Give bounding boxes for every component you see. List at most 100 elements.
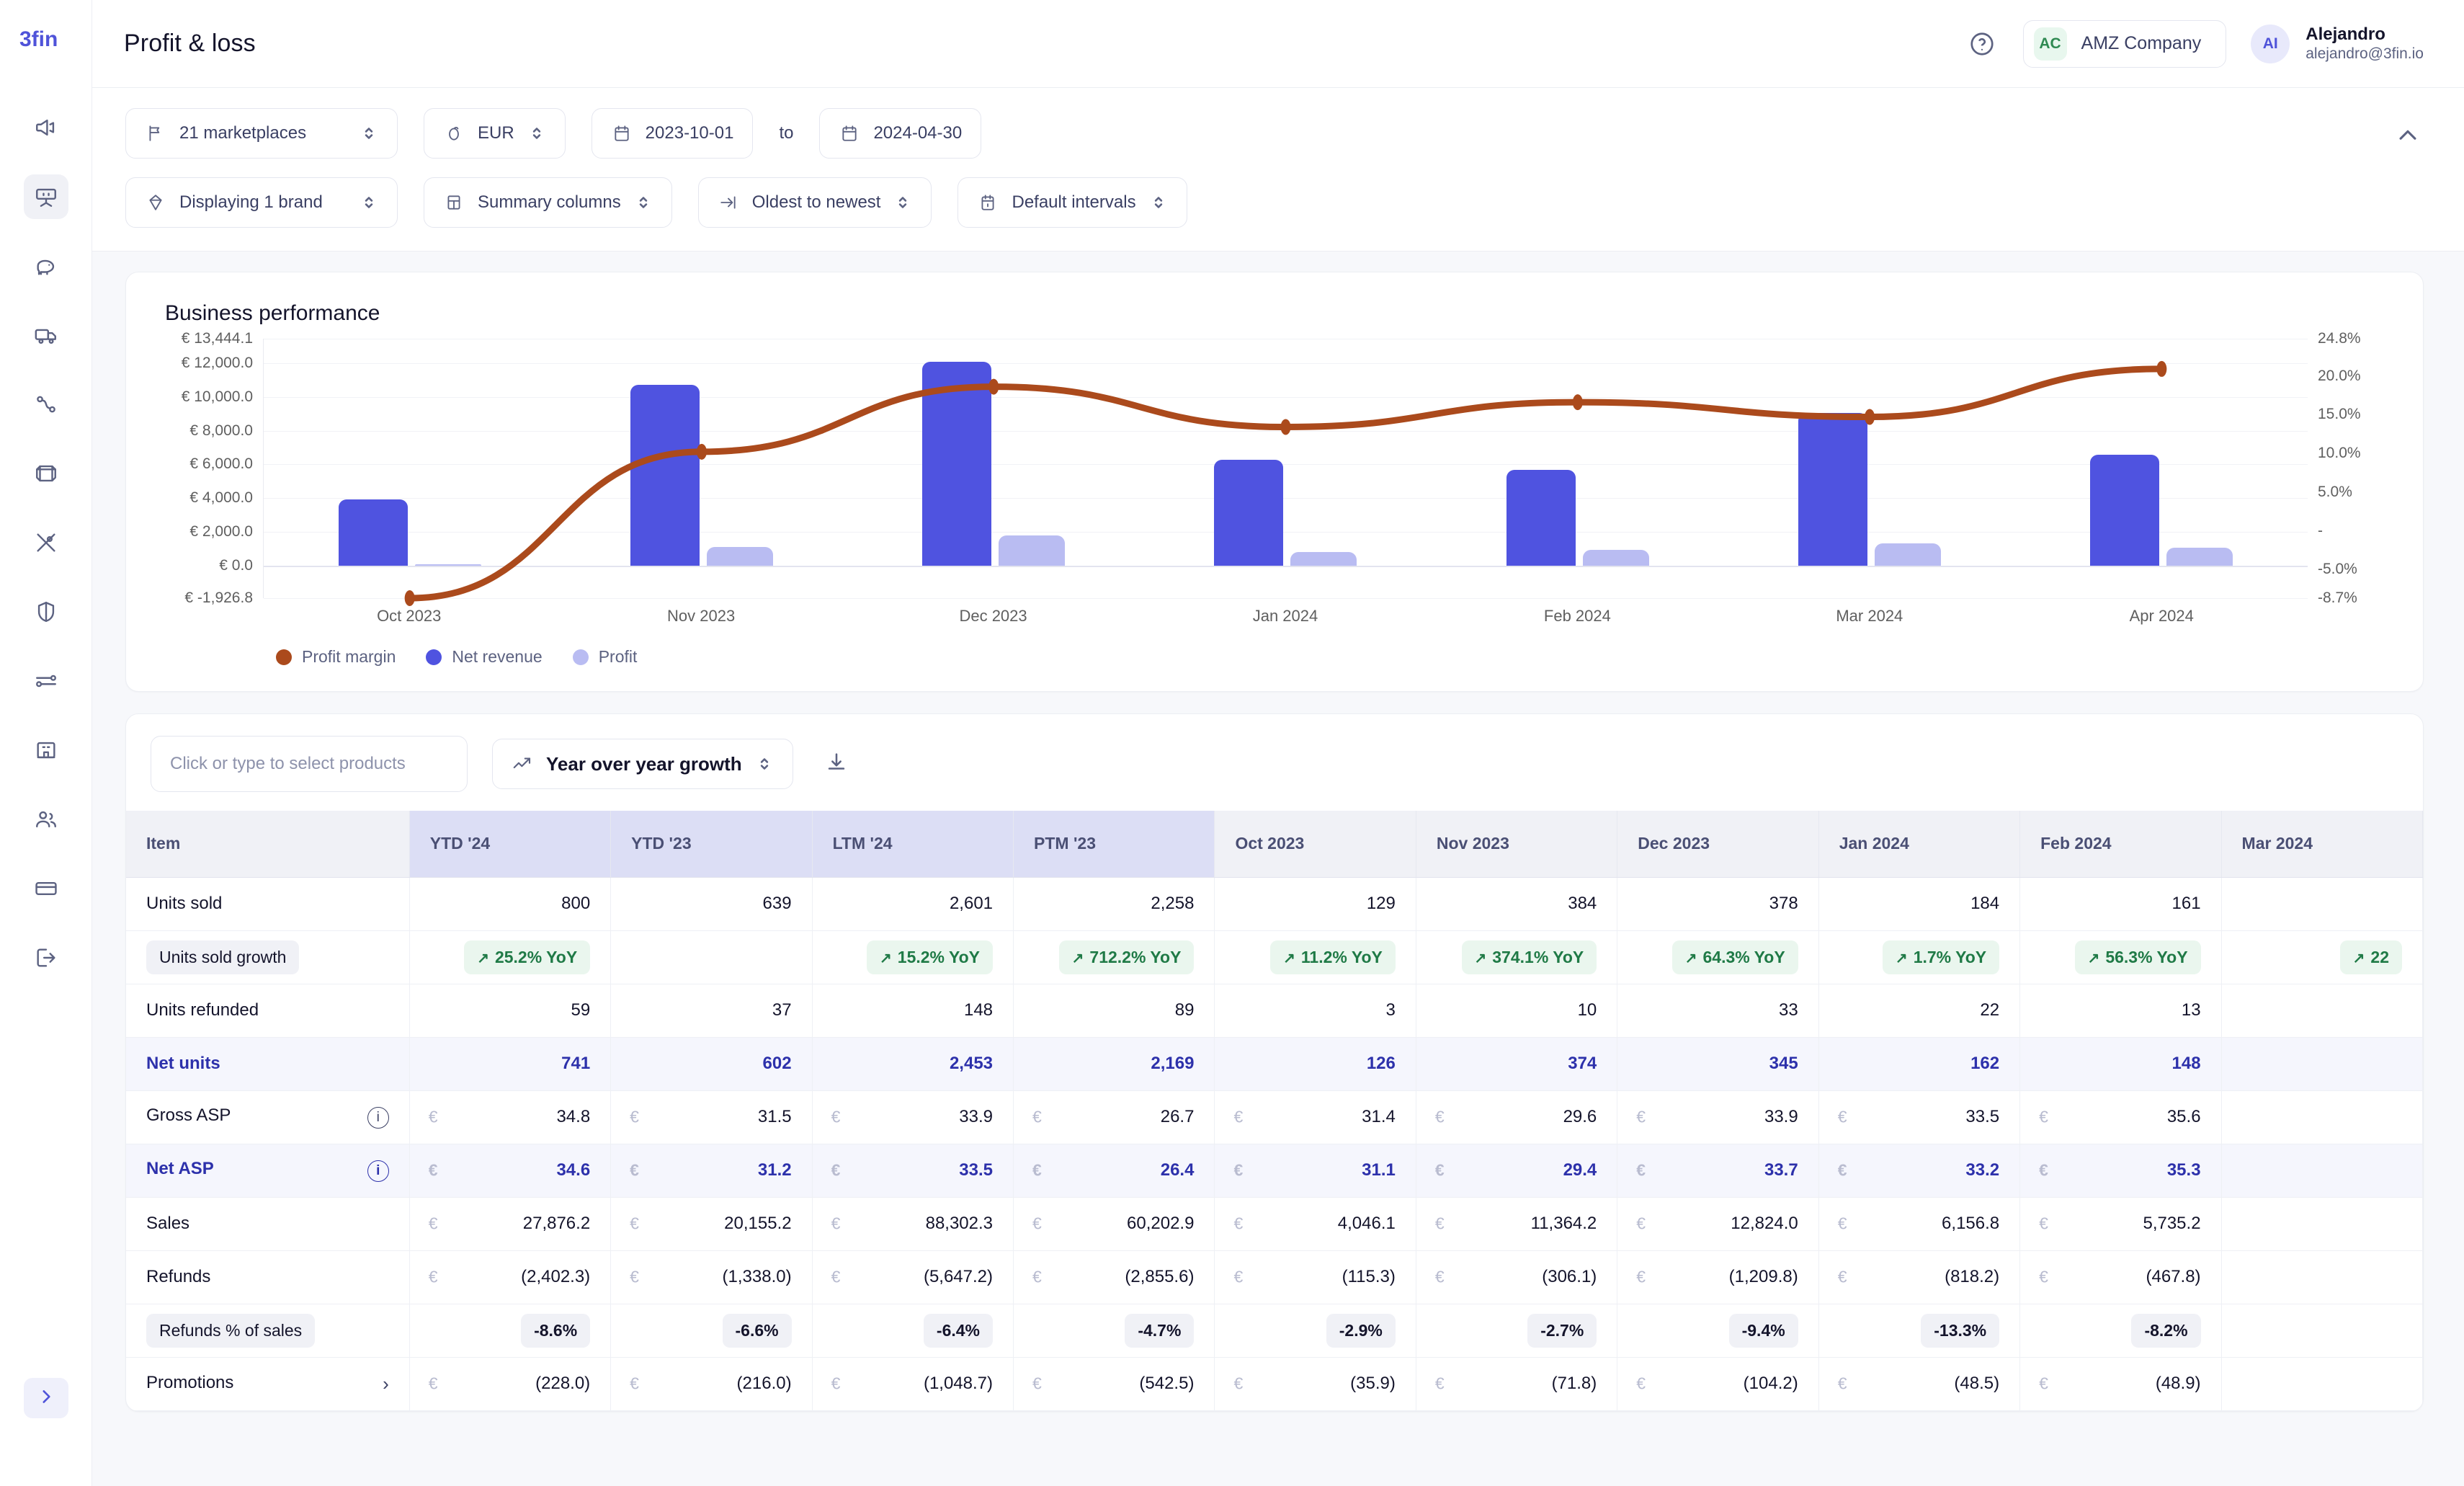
svg-text:3fin: 3fin — [19, 27, 58, 51]
profit-margin-point[interactable] — [988, 378, 999, 395]
table-column-header[interactable]: Item — [126, 811, 410, 878]
table-cell: €88,302.3 — [812, 1197, 1014, 1251]
chevron-updown-icon — [1149, 190, 1168, 215]
table-cell: -9.4% — [1617, 1304, 1819, 1358]
table-row: Units sold 800 639 2,601 2,258 129 384 378 184 16… — [126, 877, 2423, 931]
table-column-header[interactable]: Mar 2024 — [2221, 811, 2423, 878]
table-column-header[interactable]: PTM '23 — [1013, 811, 1215, 878]
sidebar-item-team[interactable] — [24, 797, 68, 842]
y-axis-left-tick: € 8,000.0 — [189, 422, 253, 439]
table-column-header[interactable]: Nov 2023 — [1416, 811, 1618, 878]
table-column-header[interactable]: Jan 2024 — [1818, 811, 2021, 878]
percent-badge: -8.6% — [521, 1313, 591, 1348]
sidebar-item-logistics[interactable] — [24, 382, 68, 427]
table-column-header[interactable]: Feb 2024 — [2019, 811, 2222, 878]
logout-icon — [34, 946, 58, 970]
currency-symbol: € — [2039, 1214, 2048, 1233]
chevron-updown-icon — [360, 190, 378, 215]
user-name: Alejandro — [2305, 25, 2385, 45]
sidebar-item-finance[interactable] — [24, 244, 68, 288]
table-cell: ↗ 64.3% YoY — [1617, 930, 1819, 984]
download-button[interactable] — [818, 745, 855, 783]
sidebar-item-profit-and-loss[interactable] — [23, 174, 68, 219]
table-column-header[interactable]: Dec 2023 — [1617, 811, 1819, 878]
help-icon[interactable] — [1965, 27, 1999, 61]
table-cell: 2,601 — [812, 877, 1014, 931]
currency-symbol: € — [2039, 1160, 2048, 1180]
sidebar-item-settings[interactable] — [24, 659, 68, 703]
date-from-picker[interactable]: 2023-10-01 — [591, 108, 754, 159]
table-cell: -2.9% — [1214, 1304, 1416, 1358]
currency-symbol: € — [1636, 1107, 1646, 1126]
table-cell: €34.8 — [409, 1090, 612, 1144]
currency-symbol: € — [1837, 1107, 1847, 1126]
profit-margin-point[interactable] — [1572, 394, 1583, 411]
collapse-filters-button[interactable] — [2392, 121, 2424, 153]
metric-select[interactable]: Year over year growth — [492, 739, 793, 789]
app-logo[interactable]: 3fin — [19, 20, 73, 58]
profit-margin-point[interactable] — [2156, 360, 2167, 377]
currency-symbol: € — [1233, 1214, 1244, 1233]
summary-columns-select[interactable]: Summary columns — [424, 177, 672, 228]
sidebar-item-billing[interactable] — [24, 866, 68, 911]
currency-symbol: € — [831, 1267, 841, 1286]
profit-margin-point[interactable] — [1280, 419, 1291, 435]
profit-margin-point[interactable] — [1865, 409, 1875, 425]
table-cell: ↗ 11.2% YoY — [1214, 930, 1416, 984]
user-email: alejandro@3fin.io — [2305, 45, 2424, 62]
sidebar-item-protection[interactable] — [24, 589, 68, 634]
table-column-header[interactable]: Oct 2023 — [1214, 811, 1416, 878]
sidebar-item-tools[interactable] — [24, 520, 68, 565]
route-icon — [34, 392, 58, 417]
chevron-updown-icon — [893, 190, 912, 215]
profit-margin-point[interactable] — [404, 590, 415, 606]
sidebar-item-shipping[interactable] — [24, 313, 68, 357]
dashboard-icon — [34, 184, 58, 209]
percent-badge: -4.7% — [1125, 1313, 1195, 1348]
table-column-header[interactable]: LTM '24 — [812, 811, 1014, 878]
table-cell — [2221, 1304, 2423, 1358]
info-icon[interactable]: i — [367, 1160, 389, 1182]
table-cell: €33.2 — [1818, 1144, 2021, 1198]
table-cell: ↗ 712.2% YoY — [1013, 930, 1215, 984]
legend-item[interactable]: Profit margin — [276, 647, 396, 667]
product-select-input[interactable]: Click or type to select products — [151, 736, 468, 792]
chart-area: € 13,444.1 € 12,000.0 € 10,000.0 € 8,000.0 €… — [155, 330, 2394, 606]
sidebar-expand-button[interactable] — [24, 1378, 68, 1418]
info-icon[interactable]: i — [367, 1107, 389, 1129]
y-axis-left-tick: € 4,000.0 — [189, 489, 253, 507]
sidebar-item-inventory[interactable] — [24, 451, 68, 496]
currency-symbol: € — [428, 1160, 438, 1180]
table-row: Net units 741 602 2,453 2,169 126 374 345 162 148 — [126, 1037, 2423, 1091]
legend-item[interactable]: Profit — [572, 647, 637, 667]
table-column-header[interactable]: YTD '24 — [409, 811, 612, 878]
table-row-label: Net ASP i — [126, 1144, 410, 1198]
legend-label: Net revenue — [452, 647, 543, 666]
sort-order-select[interactable]: Oldest to newest — [697, 177, 932, 228]
legend-item[interactable]: Net revenue — [426, 647, 543, 667]
sidebar-item-logout[interactable] — [24, 935, 68, 980]
company-switcher[interactable]: AC AMZ Company — [2022, 19, 2227, 68]
currency-select[interactable]: EUR — [424, 108, 566, 159]
y-axis-right-tick: 24.8% — [2318, 330, 2361, 347]
table-row-label: Units sold growth — [126, 930, 410, 984]
sidebar-item-advertising[interactable] — [24, 105, 68, 150]
profit-margin-point[interactable] — [696, 443, 707, 460]
legend-dot-icon — [276, 649, 292, 665]
x-axis-tick: Mar 2024 — [1836, 607, 1903, 625]
brand-select[interactable]: Displaying 1 brand — [125, 177, 398, 228]
table-column-header[interactable]: YTD '23 — [610, 811, 813, 878]
topbar-right: AC AMZ Company AI Alejandro alejandro@3f… — [1965, 19, 2424, 68]
table-cell: 184 — [1818, 877, 2021, 931]
table-row: Units refunded 59 37 148 89 3 10 33 22 13 — [126, 984, 2423, 1038]
marketplaces-select[interactable]: 21 marketplaces — [125, 108, 398, 159]
sidebar-item-accounts[interactable] — [24, 728, 68, 773]
user-menu[interactable]: AI Alejandro alejandro@3fin.io — [2251, 24, 2424, 63]
date-to-picker[interactable]: 2024-04-30 — [819, 108, 982, 159]
currency-label: EUR — [478, 123, 514, 143]
intervals-select[interactable]: Default intervals — [958, 177, 1187, 228]
table-cell: 3 — [1214, 984, 1416, 1038]
table-cell: ↗ 1.7% YoY — [1818, 930, 2021, 984]
currency-symbol: € — [1837, 1267, 1847, 1286]
chevron-right-icon[interactable]: › — [383, 1373, 389, 1395]
